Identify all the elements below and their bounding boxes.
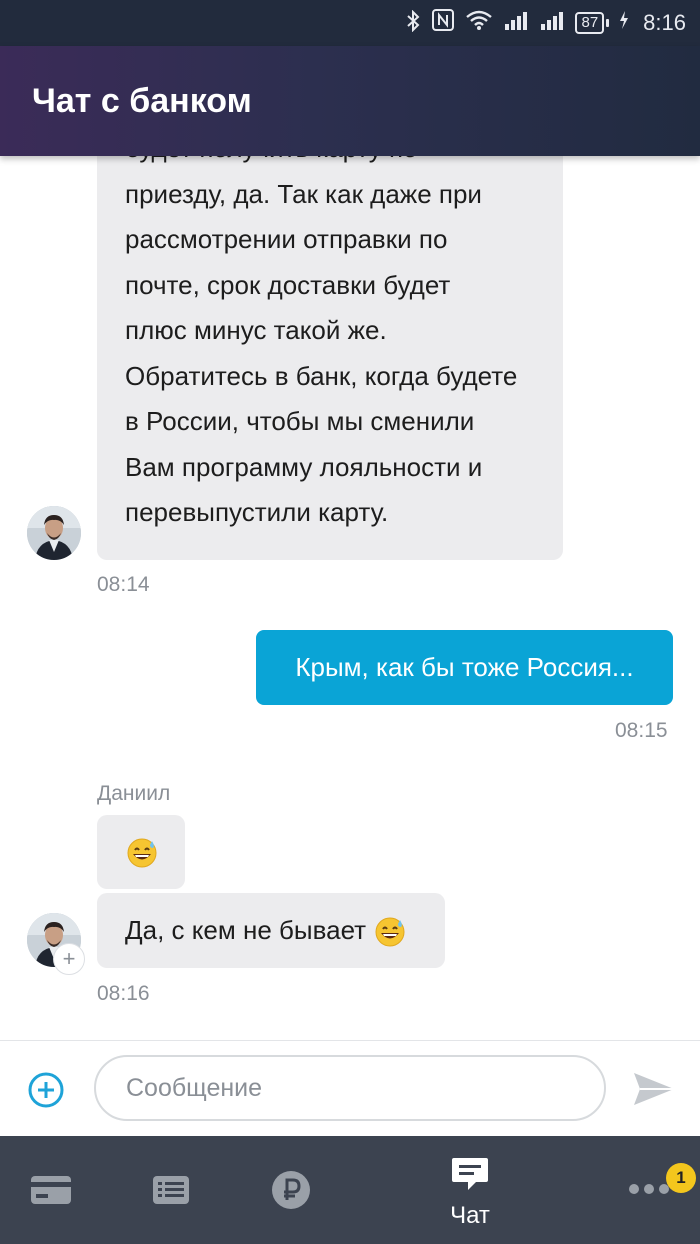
chat-messages[interactable]: будет получить карту по приезду, да. Так… <box>0 156 700 1040</box>
ruble-icon <box>272 1171 310 1209</box>
page-title: Чат с банком <box>32 82 252 120</box>
charging-icon <box>619 9 629 37</box>
battery-icon: 87 <box>575 12 610 34</box>
avatar[interactable] <box>27 506 81 560</box>
grinning-sweat-emoji <box>374 916 405 946</box>
signal-r-icon <box>503 9 529 37</box>
status-time: 8:16 <box>643 10 686 35</box>
wifi-icon <box>465 9 493 37</box>
message-time: 08:15 <box>615 719 668 742</box>
attach-button[interactable] <box>28 1072 64 1108</box>
emoji-message[interactable] <box>97 815 185 889</box>
message-time: 08:16 <box>97 982 150 1005</box>
message-time: 08:14 <box>97 573 150 596</box>
app-bar: Чат с банком <box>0 46 700 156</box>
outgoing-message[interactable]: Крым, как бы тоже Россия... <box>256 630 673 705</box>
message-text: Да, с кем не бывает <box>125 914 367 945</box>
card-icon <box>31 1176 71 1204</box>
list-icon <box>153 1176 189 1204</box>
nav-history[interactable] <box>120 1136 220 1244</box>
send-button[interactable] <box>632 1071 676 1107</box>
status-bar: 87 8:16 <box>0 0 700 46</box>
notification-badge: 1 <box>666 1163 696 1193</box>
message-line: будет получить карту по <box>125 156 555 172</box>
message-line: в России, чтобы мы сменили <box>125 406 475 436</box>
signal-icon <box>539 9 565 37</box>
add-contact-icon[interactable]: + <box>53 943 85 975</box>
message-line: перевыпустили карту. <box>125 497 389 527</box>
bluetooth-icon <box>405 9 421 36</box>
message-text: Крым, как бы тоже Россия... <box>295 652 634 682</box>
grinning-sweat-emoji <box>126 837 157 868</box>
incoming-message[interactable]: Да, с кем не бывает <box>97 893 445 968</box>
nav-cards[interactable] <box>0 1136 100 1244</box>
message-line: почте, срок доставки будет <box>125 269 451 300</box>
battery-nub <box>606 19 610 27</box>
nav-chat-label: Чат <box>450 1202 490 1229</box>
nav-payments[interactable] <box>240 1136 340 1244</box>
message-line: приезду, да. Так как даже при <box>125 178 482 209</box>
nfc-icon <box>431 9 455 37</box>
message-line: Обратитесь в банк, когда будете <box>125 360 518 391</box>
message-input[interactable] <box>94 1055 606 1121</box>
sender-name: Даниил <box>97 782 171 805</box>
chat-icon <box>452 1158 488 1190</box>
message-text: будет получить карту по приезду, да. Так… <box>125 156 555 536</box>
message-line: рассмотрении отправки по <box>125 224 448 254</box>
bottom-nav: Чат <box>0 1136 700 1244</box>
more-icon <box>629 1184 669 1194</box>
message-line: Вам программу лояльности и <box>125 451 483 482</box>
nav-chat[interactable]: Чат <box>420 1136 520 1244</box>
message-composer <box>0 1040 700 1137</box>
message-line: плюс минус такой же. <box>125 315 387 345</box>
battery-level: 87 <box>575 12 605 34</box>
status-icons: 87 8:16 <box>405 0 686 46</box>
incoming-message[interactable]: будет получить карту по приезду, да. Так… <box>97 156 563 560</box>
